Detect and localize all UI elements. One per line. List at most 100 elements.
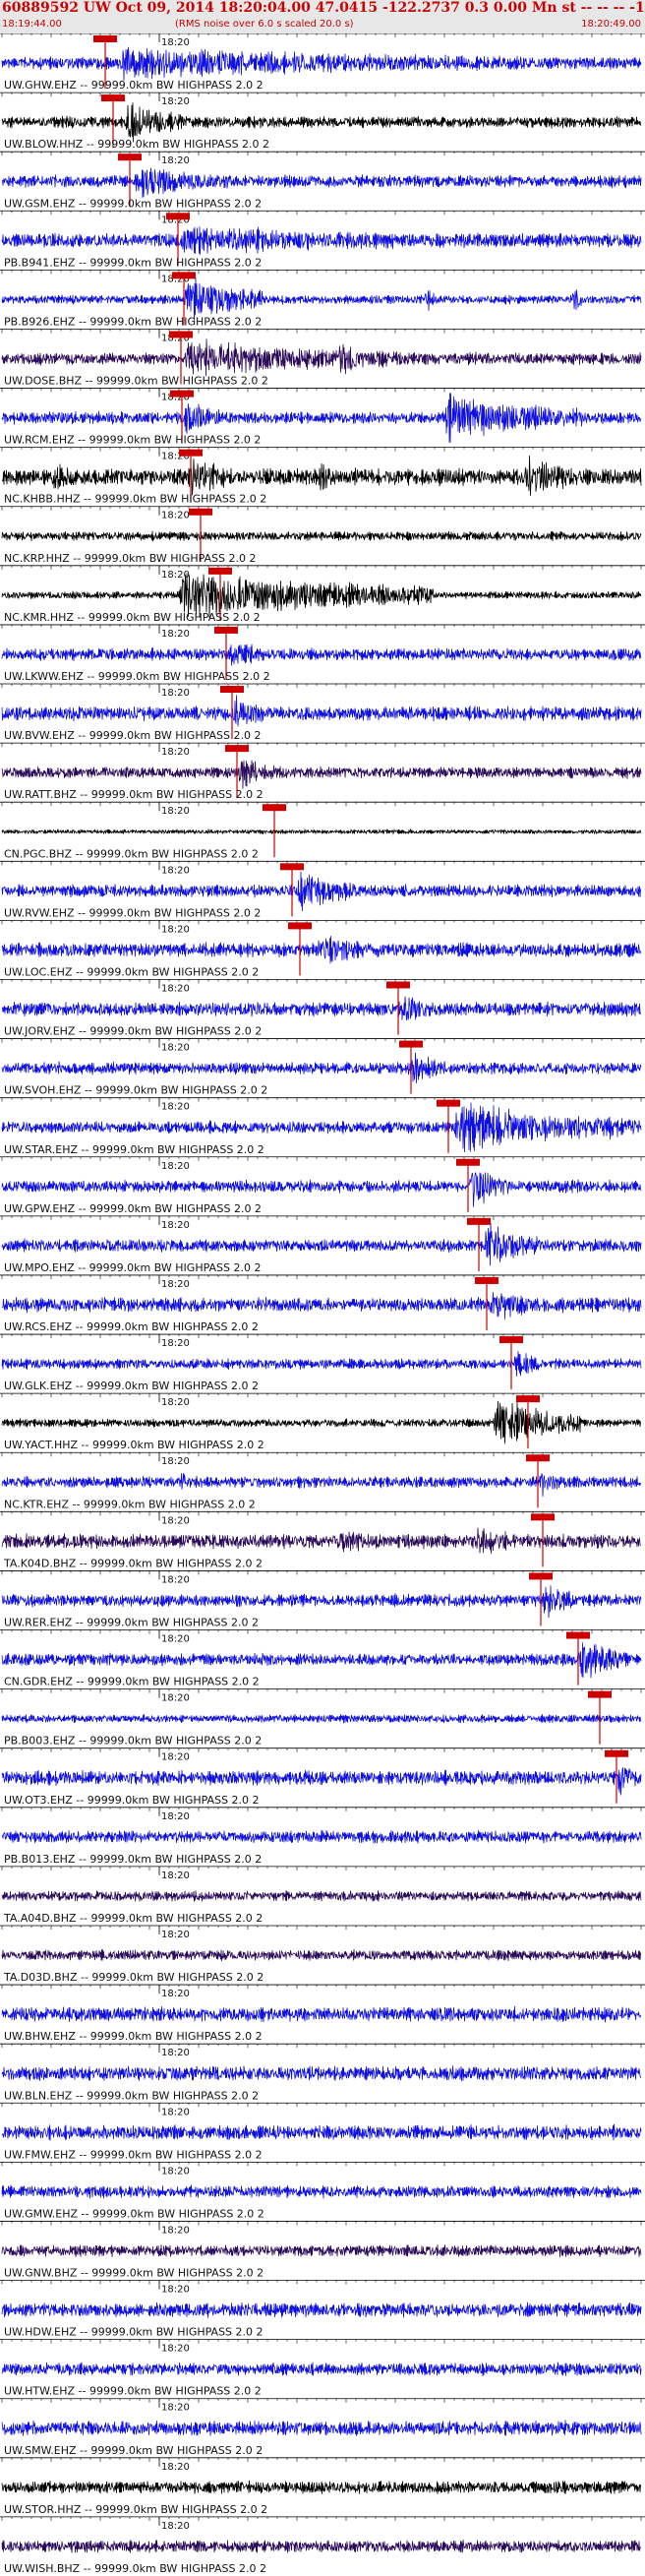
waveform-line (1, 644, 642, 666)
minute-tick-label: 18:20 (161, 629, 190, 640)
trace-label: UW.RCS.EHZ -- 99999.0km BW HIGHPASS 2.0 … (4, 1320, 259, 1333)
minute-tick-label: 18:20 (161, 2521, 190, 2532)
trace-label: PB.B013.EHZ -- 99999.0km BW HIGHPASS 2.0… (4, 1853, 262, 1866)
pick-marker-flag (605, 1749, 628, 1757)
trace-row: 18:20 UW.RER.EHZ -- 99999.0km BW HIGHPASS… (0, 1570, 645, 1629)
pick-marker-flag (263, 804, 286, 812)
trace-row: 18:20 UW.RCS.EHZ -- 99999.0km BW HIGHPASS… (0, 1274, 645, 1333)
minute-tick-label: 18:20 (161, 1220, 190, 1231)
trace-row: 18:20 UW.HDW.EHZ -- 99999.0km BW HIGHPASS… (0, 2280, 645, 2339)
waveform-line (1, 871, 642, 912)
minute-tick-label: 18:20 (161, 747, 190, 758)
trace-row: 18:20 UW.SVOH.EHZ -- 99999.0km BW HIGHPAS… (0, 1038, 645, 1097)
trace-row: 18:20 UW.GHW.EHZ -- 99999.0km BW HIGHPASS… (0, 33, 645, 92)
trace-row: 18:20 UW.GLK.EHZ -- 99999.0km BW HIGHPASS… (0, 1333, 645, 1392)
minute-tick-label: 18:20 (161, 983, 190, 994)
trace-row: 18:20UW.RCM.EHZ -- 99999.0km BW HIGHPASS… (0, 388, 645, 447)
minute-tick-label: 18:20 (161, 1515, 190, 1526)
waveform-line (1, 1527, 642, 1555)
trace-label: CN.GDR.EHZ -- 99999.0km BW HIGHPASS 2.0 … (4, 1676, 260, 1688)
trace-label: NC.KMR.HHZ -- 99999.0km BW HIGHPASS 2.0 … (4, 611, 261, 624)
trace-label: UW.LKWW.EHZ -- 99999.0km BW HIGHPASS 2.0… (4, 670, 270, 683)
trace-row: 18:20UW.DOSE.BHZ -- 99999.0km BW HIGHPAS… (0, 329, 645, 388)
trace-label: UW.SVOH.EHZ -- 99999.0km BW HIGHPASS 2.0… (4, 1084, 267, 1097)
trace-row: 18:20 UW.OT3.EHZ -- 99999.0km BW HIGHPASS… (0, 1748, 645, 1807)
trace-row: 18:20 UW.LOC.EHZ -- 99999.0km BW HIGHPASS… (0, 919, 645, 978)
minute-tick-label: 18:20 (161, 1989, 190, 1999)
minute-tick-label: 18:20 (161, 2462, 190, 2473)
pick-marker-flag (214, 626, 238, 634)
trace-label: UW.GSM.EHZ -- 99999.0km BW HIGHPASS 2.0 … (4, 197, 262, 210)
trace-row: 18:20 PB.B013.EHZ -- 99999.0km BW HIGHPAS… (0, 1807, 645, 1866)
trace-row: 18:20 UW.GMW.EHZ -- 99999.0km BW HIGHPASS… (0, 2161, 645, 2220)
minute-tick-label: 18:20 (161, 2403, 190, 2414)
trace-row: 18:20 UW.GPW.EHZ -- 99999.0km BW HIGHPASS… (0, 1156, 645, 1215)
trace-label: UW.RCM.EHZ -- 99999.0km BW HIGHPASS 2.0 … (4, 434, 261, 447)
minute-tick-label: 18:20 (161, 511, 190, 521)
minute-tick-label: 18:20 (161, 1397, 190, 1408)
minute-tick-label: 18:20 (161, 1634, 190, 1645)
waveform-line (1, 936, 642, 964)
trace-label: UW.FMW.EHZ -- 99999.0km BW HIGHPASS 2.0 … (4, 2148, 263, 2161)
trace-label: TA.D03D.BHZ -- 99999.0km BW HIGHPASS 2.0… (3, 1971, 264, 1984)
trace-row: 18:20 UW.BLOW.HHZ -- 99999.0km BW HIGHPAS… (0, 92, 645, 151)
trace-label: NC.KRP.HHZ -- 99999.0km BW HIGHPASS 2.0 … (4, 552, 257, 565)
waveform-line (1, 996, 641, 1021)
pick-marker-flag (386, 981, 410, 989)
pick-marker-flag (101, 94, 125, 102)
trace-label: UW.JORV.EHZ -- 99999.0km BW HIGHPASS 2.0… (4, 1025, 262, 1038)
trace-row: 18:20PB.B941.EHZ -- 99999.0km BW HIGHPAS… (0, 210, 645, 269)
waveform-line (1, 2361, 642, 2376)
pick-marker-flag (588, 1690, 612, 1698)
trace-label: PB.B003.EHZ -- 99999.0km BW HIGHPASS 2.0… (4, 1735, 262, 1748)
trace-label: UW.HDW.EHZ -- 99999.0km BW HIGHPASS 2.0 … (4, 2326, 264, 2339)
trace-label: PB.B926.EHZ -- 99999.0km BW HIGHPASS 2.0… (4, 315, 262, 328)
trace-label: UW.GNW.BHZ -- 99999.0km BW HIGHPASS 2.0 … (4, 2267, 264, 2280)
waveform-line (1, 1585, 642, 1619)
pick-marker-flag (118, 153, 142, 161)
window-end-time: 18:20:49.00 (581, 19, 641, 30)
trace-label: UW.DOSE.BHZ -- 99999.0km BW HIGHPASS 2.0… (4, 375, 268, 388)
waveform-line (1, 338, 642, 377)
trace-label: UW.BLN.EHZ -- 99999.0km BW HIGHPASS 2.0 … (4, 2089, 259, 2102)
waveform-line (1, 695, 642, 727)
trace-row: 18:20 NC.KRP.HHZ -- 99999.0km BW HIGHPASS… (0, 506, 645, 565)
minute-tick-label: 18:20 (161, 924, 190, 935)
trace-row: 18:20 UW.LKWW.EHZ -- 99999.0km BW HIGHPAS… (0, 624, 645, 683)
trace-label: UW.GLK.EHZ -- 99999.0km BW HIGHPASS 2.0 … (4, 1380, 259, 1392)
trace-label: UW.RER.EHZ -- 99999.0km BW HIGHPASS 2.0 … (4, 1617, 259, 1629)
trace-label: UW.LOC.EHZ -- 99999.0km BW HIGHPASS 2.0 … (4, 965, 259, 978)
pick-marker-flag (208, 567, 232, 575)
waveform-line (1, 2005, 642, 2023)
waveform-line (1, 1949, 642, 1962)
waveform-line (1, 828, 642, 835)
minute-tick-label: 18:20 (161, 2344, 190, 2355)
trace-label: TA.K04D.BHZ -- 99999.0km BW HIGHPASS 2.0… (3, 1557, 263, 1569)
minute-tick-label: 18:20 (161, 1574, 190, 1585)
plot-header: 60889592 UW Oct 09, 2014 18:20:04.00 47.… (0, 0, 645, 33)
minute-tick-label: 18:20 (161, 2107, 190, 2117)
waveform-line (1, 226, 642, 255)
waveform-line (1, 1714, 642, 1724)
waveform-line (1, 760, 642, 789)
trace-label: UW.SMW.EHZ -- 99999.0km BW HIGHPASS 2.0 … (4, 2444, 263, 2457)
trace-label: UW.STAR.EHZ -- 99999.0km BW HIGHPASS 2.0… (4, 1143, 264, 1156)
waveform-line (1, 2420, 642, 2436)
minute-tick-label: 18:20 (161, 806, 190, 817)
seismogram-plot: 18:20 UW.GHW.EHZ -- 99999.0km BW HIGHPASS… (0, 33, 645, 2575)
pick-marker-flag (499, 1336, 523, 1344)
pick-marker-flag (475, 1276, 498, 1284)
minute-tick-label: 18:20 (161, 155, 190, 166)
pick-marker-flag (437, 1099, 460, 1107)
trace-label: UW.BLOW.HHZ -- 99999.0km BW HIGHPASS 2.0… (4, 138, 269, 151)
waveform-line (1, 456, 642, 496)
pick-marker-flag (516, 1395, 540, 1403)
trace-row: 18:20 TA.A04D.BHZ -- 99999.0km BW HIGHPAS… (0, 1866, 645, 1925)
pick-marker-flag (93, 35, 117, 42)
trace-row: 18:20 UW.BVW.EHZ -- 99999.0km BW HIGHPASS… (0, 683, 645, 742)
waveform-line (1, 2480, 642, 2494)
trace-row: 18:20 UW.WISH.BHZ -- 99999.0km BW HIGHPAS… (0, 2516, 645, 2575)
pick-marker-flag (288, 922, 312, 930)
pick-marker-flag (456, 1158, 480, 1166)
minute-tick-label: 18:20 (161, 1161, 190, 1172)
